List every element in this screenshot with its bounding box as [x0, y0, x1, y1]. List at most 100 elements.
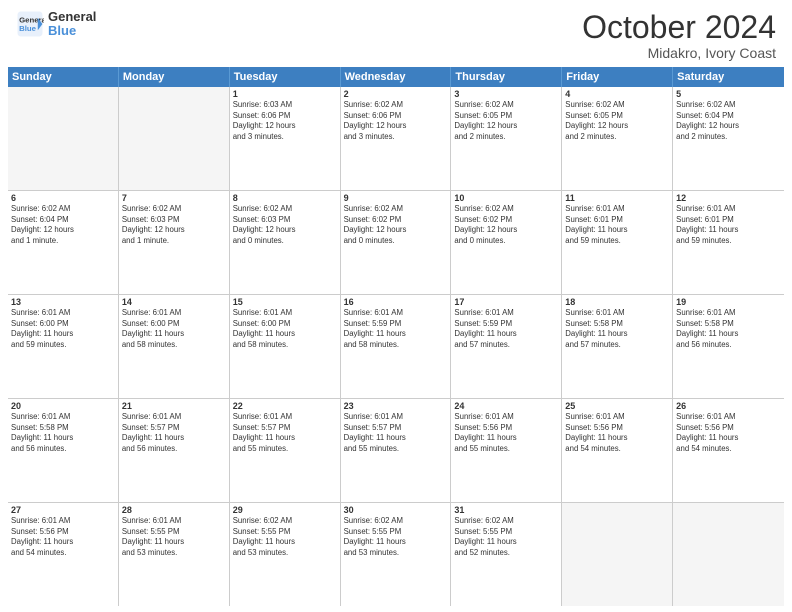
- page: General Blue General Blue October 2024 M…: [0, 0, 792, 612]
- cell-date-number: 11: [565, 193, 669, 203]
- cell-date-number: 31: [454, 505, 558, 515]
- cell-info-text: Sunrise: 6:01 AM Sunset: 5:55 PM Dayligh…: [122, 516, 226, 558]
- cell-info-text: Sunrise: 6:01 AM Sunset: 5:56 PM Dayligh…: [676, 412, 781, 454]
- cell-info-text: Sunrise: 6:02 AM Sunset: 5:55 PM Dayligh…: [454, 516, 558, 558]
- cell-info-text: Sunrise: 6:01 AM Sunset: 5:57 PM Dayligh…: [122, 412, 226, 454]
- calendar-cell: 31Sunrise: 6:02 AM Sunset: 5:55 PM Dayli…: [451, 503, 562, 606]
- cell-date-number: 23: [344, 401, 448, 411]
- cell-date-number: 26: [676, 401, 781, 411]
- cell-date-number: 21: [122, 401, 226, 411]
- weekday-header: Monday: [119, 67, 230, 87]
- cell-date-number: 10: [454, 193, 558, 203]
- location: Midakro, Ivory Coast: [582, 45, 776, 61]
- calendar-cell: 23Sunrise: 6:01 AM Sunset: 5:57 PM Dayli…: [341, 399, 452, 502]
- cell-info-text: Sunrise: 6:01 AM Sunset: 6:00 PM Dayligh…: [11, 308, 115, 350]
- calendar-cell: [562, 503, 673, 606]
- cell-date-number: 18: [565, 297, 669, 307]
- cell-date-number: 14: [122, 297, 226, 307]
- calendar-cell: 14Sunrise: 6:01 AM Sunset: 6:00 PM Dayli…: [119, 295, 230, 398]
- cell-date-number: 13: [11, 297, 115, 307]
- calendar-cell: 10Sunrise: 6:02 AM Sunset: 6:02 PM Dayli…: [451, 191, 562, 294]
- cell-date-number: 16: [344, 297, 448, 307]
- calendar-cell: 11Sunrise: 6:01 AM Sunset: 6:01 PM Dayli…: [562, 191, 673, 294]
- calendar-body: 1Sunrise: 6:03 AM Sunset: 6:06 PM Daylig…: [8, 87, 784, 606]
- calendar-week: 6Sunrise: 6:02 AM Sunset: 6:04 PM Daylig…: [8, 191, 784, 295]
- cell-info-text: Sunrise: 6:01 AM Sunset: 5:58 PM Dayligh…: [676, 308, 781, 350]
- calendar-week: 27Sunrise: 6:01 AM Sunset: 5:56 PM Dayli…: [8, 503, 784, 606]
- logo-text-blue: Blue: [48, 24, 96, 38]
- header: General Blue General Blue October 2024 M…: [0, 0, 792, 67]
- calendar-cell: 5Sunrise: 6:02 AM Sunset: 6:04 PM Daylig…: [673, 87, 784, 190]
- cell-info-text: Sunrise: 6:02 AM Sunset: 6:02 PM Dayligh…: [344, 204, 448, 246]
- cell-date-number: 28: [122, 505, 226, 515]
- cell-date-number: 1: [233, 89, 337, 99]
- calendar-cell: 29Sunrise: 6:02 AM Sunset: 5:55 PM Dayli…: [230, 503, 341, 606]
- cell-info-text: Sunrise: 6:02 AM Sunset: 6:04 PM Dayligh…: [676, 100, 781, 142]
- cell-date-number: 2: [344, 89, 448, 99]
- calendar-cell: 20Sunrise: 6:01 AM Sunset: 5:58 PM Dayli…: [8, 399, 119, 502]
- calendar-cell: 7Sunrise: 6:02 AM Sunset: 6:03 PM Daylig…: [119, 191, 230, 294]
- calendar-week: 1Sunrise: 6:03 AM Sunset: 6:06 PM Daylig…: [8, 87, 784, 191]
- calendar-cell: 22Sunrise: 6:01 AM Sunset: 5:57 PM Dayli…: [230, 399, 341, 502]
- weekday-header: Sunday: [8, 67, 119, 87]
- cell-info-text: Sunrise: 6:01 AM Sunset: 5:56 PM Dayligh…: [565, 412, 669, 454]
- cell-info-text: Sunrise: 6:01 AM Sunset: 5:57 PM Dayligh…: [233, 412, 337, 454]
- cell-date-number: 29: [233, 505, 337, 515]
- cell-info-text: Sunrise: 6:01 AM Sunset: 5:59 PM Dayligh…: [454, 308, 558, 350]
- cell-info-text: Sunrise: 6:02 AM Sunset: 6:03 PM Dayligh…: [122, 204, 226, 246]
- cell-date-number: 30: [344, 505, 448, 515]
- cell-info-text: Sunrise: 6:01 AM Sunset: 5:56 PM Dayligh…: [454, 412, 558, 454]
- cell-info-text: Sunrise: 6:01 AM Sunset: 5:58 PM Dayligh…: [565, 308, 669, 350]
- cell-info-text: Sunrise: 6:02 AM Sunset: 6:03 PM Dayligh…: [233, 204, 337, 246]
- calendar: SundayMondayTuesdayWednesdayThursdayFrid…: [0, 67, 792, 612]
- cell-info-text: Sunrise: 6:01 AM Sunset: 6:01 PM Dayligh…: [676, 204, 781, 246]
- cell-date-number: 15: [233, 297, 337, 307]
- cell-info-text: Sunrise: 6:02 AM Sunset: 6:02 PM Dayligh…: [454, 204, 558, 246]
- cell-info-text: Sunrise: 6:01 AM Sunset: 6:00 PM Dayligh…: [233, 308, 337, 350]
- cell-info-text: Sunrise: 6:02 AM Sunset: 6:05 PM Dayligh…: [565, 100, 669, 142]
- cell-date-number: 4: [565, 89, 669, 99]
- weekday-header: Wednesday: [341, 67, 452, 87]
- weekday-header: Thursday: [451, 67, 562, 87]
- calendar-cell: 19Sunrise: 6:01 AM Sunset: 5:58 PM Dayli…: [673, 295, 784, 398]
- calendar-cell: 2Sunrise: 6:02 AM Sunset: 6:06 PM Daylig…: [341, 87, 452, 190]
- calendar-week: 20Sunrise: 6:01 AM Sunset: 5:58 PM Dayli…: [8, 399, 784, 503]
- calendar-cell: [8, 87, 119, 190]
- calendar-cell: 27Sunrise: 6:01 AM Sunset: 5:56 PM Dayli…: [8, 503, 119, 606]
- cell-date-number: 6: [11, 193, 115, 203]
- cell-date-number: 12: [676, 193, 781, 203]
- cell-date-number: 20: [11, 401, 115, 411]
- logo-icon: General Blue: [16, 10, 44, 38]
- svg-text:Blue: Blue: [19, 24, 37, 33]
- cell-date-number: 9: [344, 193, 448, 203]
- calendar-cell: 21Sunrise: 6:01 AM Sunset: 5:57 PM Dayli…: [119, 399, 230, 502]
- calendar-cell: 3Sunrise: 6:02 AM Sunset: 6:05 PM Daylig…: [451, 87, 562, 190]
- calendar-cell: 25Sunrise: 6:01 AM Sunset: 5:56 PM Dayli…: [562, 399, 673, 502]
- calendar-cell: 15Sunrise: 6:01 AM Sunset: 6:00 PM Dayli…: [230, 295, 341, 398]
- title-block: October 2024 Midakro, Ivory Coast: [582, 10, 776, 61]
- cell-info-text: Sunrise: 6:02 AM Sunset: 6:05 PM Dayligh…: [454, 100, 558, 142]
- cell-date-number: 7: [122, 193, 226, 203]
- calendar-cell: 13Sunrise: 6:01 AM Sunset: 6:00 PM Dayli…: [8, 295, 119, 398]
- cell-info-text: Sunrise: 6:01 AM Sunset: 5:58 PM Dayligh…: [11, 412, 115, 454]
- cell-info-text: Sunrise: 6:02 AM Sunset: 6:06 PM Dayligh…: [344, 100, 448, 142]
- cell-date-number: 22: [233, 401, 337, 411]
- cell-date-number: 3: [454, 89, 558, 99]
- calendar-cell: 4Sunrise: 6:02 AM Sunset: 6:05 PM Daylig…: [562, 87, 673, 190]
- calendar-cell: [119, 87, 230, 190]
- cell-info-text: Sunrise: 6:02 AM Sunset: 5:55 PM Dayligh…: [233, 516, 337, 558]
- calendar-week: 13Sunrise: 6:01 AM Sunset: 6:00 PM Dayli…: [8, 295, 784, 399]
- calendar-cell: 18Sunrise: 6:01 AM Sunset: 5:58 PM Dayli…: [562, 295, 673, 398]
- cell-date-number: 27: [11, 505, 115, 515]
- cell-info-text: Sunrise: 6:01 AM Sunset: 5:56 PM Dayligh…: [11, 516, 115, 558]
- calendar-cell: 12Sunrise: 6:01 AM Sunset: 6:01 PM Dayli…: [673, 191, 784, 294]
- cell-info-text: Sunrise: 6:01 AM Sunset: 5:57 PM Dayligh…: [344, 412, 448, 454]
- weekday-header: Tuesday: [230, 67, 341, 87]
- calendar-cell: 9Sunrise: 6:02 AM Sunset: 6:02 PM Daylig…: [341, 191, 452, 294]
- calendar-cell: 24Sunrise: 6:01 AM Sunset: 5:56 PM Dayli…: [451, 399, 562, 502]
- calendar-cell: 6Sunrise: 6:02 AM Sunset: 6:04 PM Daylig…: [8, 191, 119, 294]
- calendar-cell: 1Sunrise: 6:03 AM Sunset: 6:06 PM Daylig…: [230, 87, 341, 190]
- calendar-header: SundayMondayTuesdayWednesdayThursdayFrid…: [8, 67, 784, 87]
- cell-date-number: 5: [676, 89, 781, 99]
- logo-text-general: General: [48, 10, 96, 24]
